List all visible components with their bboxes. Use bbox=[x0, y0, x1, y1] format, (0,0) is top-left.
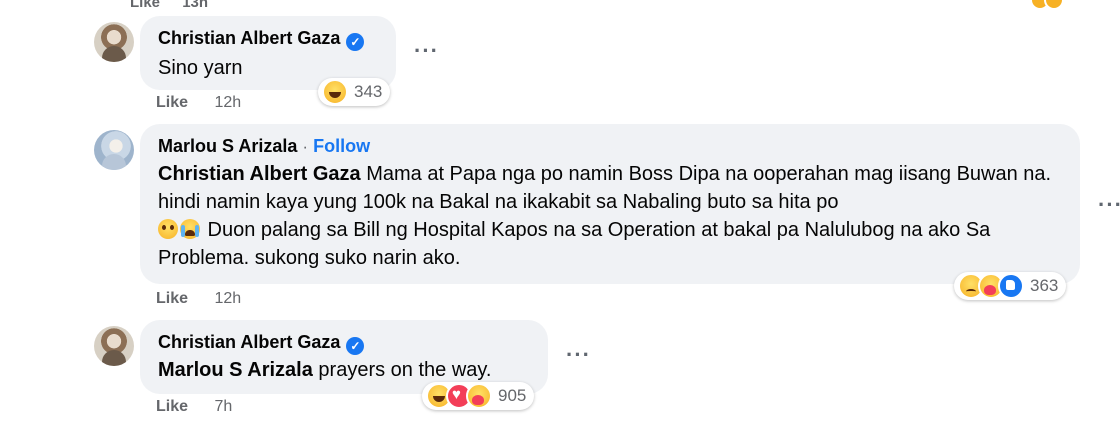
reaction-summary[interactable]: 343 bbox=[318, 78, 391, 106]
reaction-count: 363 bbox=[1030, 276, 1059, 295]
comment-bubble: Marlou S Arizala · Follow Christian Albe… bbox=[140, 124, 1080, 284]
comment-text: Marlou S Arizala prayers on the way. bbox=[158, 356, 491, 384]
comment-time[interactable]: 12h bbox=[214, 290, 241, 307]
more-options-button[interactable]: ··· bbox=[1098, 192, 1120, 218]
reaction-count: 905 bbox=[498, 386, 527, 405]
comment-text-body: prayers on the way. bbox=[312, 359, 492, 381]
reaction-summary[interactable]: 363 bbox=[954, 272, 1067, 300]
comment-time[interactable]: 12h bbox=[214, 94, 241, 111]
comment-text: Sino yarn bbox=[158, 57, 243, 79]
crying-face-icon bbox=[180, 219, 200, 239]
previous-reactions[interactable] bbox=[1030, 0, 1090, 10]
verified-badge-icon: ✓ bbox=[346, 33, 365, 51]
comment-author[interactable]: Marlou S Arizala bbox=[158, 136, 297, 156]
comment-text-part2: Duon palang sa Bill ng Hospital Kapos na… bbox=[158, 219, 991, 269]
comment-text: Christian Albert Gaza Mama at Papa nga p… bbox=[158, 160, 1058, 272]
avatar[interactable] bbox=[94, 22, 134, 62]
care-icon bbox=[1044, 0, 1064, 10]
more-options-button[interactable]: ··· bbox=[566, 342, 591, 368]
avatar[interactable] bbox=[94, 130, 134, 170]
like-icon bbox=[998, 273, 1024, 299]
mention-link[interactable]: Marlou S Arizala bbox=[158, 359, 313, 381]
comment-author[interactable]: Christian Albert Gaza bbox=[158, 28, 340, 48]
mention-link[interactable]: Christian Albert Gaza bbox=[158, 163, 361, 185]
follow-button[interactable]: Follow bbox=[313, 136, 370, 156]
like-button[interactable]: Like bbox=[156, 398, 188, 415]
like-button[interactable]: Like bbox=[130, 0, 160, 11]
more-options-button[interactable]: ··· bbox=[414, 38, 439, 64]
pleading-face-icon bbox=[158, 219, 178, 239]
verified-badge-icon: ✓ bbox=[346, 337, 365, 355]
comment-actions: Like 12h bbox=[156, 94, 241, 112]
comment-actions: Like 12h bbox=[156, 290, 241, 308]
comment-author[interactable]: Christian Albert Gaza bbox=[158, 332, 340, 352]
previous-comment-actions: Like 13h bbox=[130, 0, 226, 11]
like-button[interactable]: Like bbox=[156, 94, 188, 111]
haha-icon bbox=[322, 79, 348, 105]
comment-time[interactable]: 7h bbox=[214, 398, 232, 415]
care-icon bbox=[466, 383, 492, 409]
separator: · bbox=[302, 137, 309, 156]
avatar[interactable] bbox=[94, 326, 134, 366]
comment-time: 13h bbox=[182, 0, 209, 11]
like-button[interactable]: Like bbox=[156, 290, 188, 307]
comment-actions: Like 7h bbox=[156, 398, 232, 416]
reaction-count: 343 bbox=[354, 82, 383, 101]
reaction-summary[interactable]: 905 bbox=[422, 382, 535, 410]
